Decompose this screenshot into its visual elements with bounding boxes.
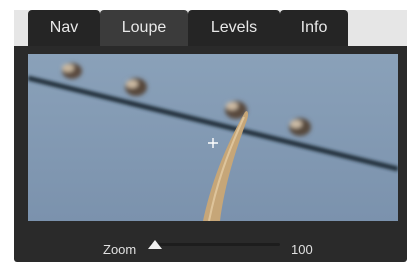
zoom-slider-track[interactable] xyxy=(150,243,280,246)
tab-loupe[interactable]: Loupe xyxy=(100,10,188,46)
tab-bar: Nav Loupe Levels Info xyxy=(14,10,407,46)
zoom-slider-thumb[interactable] xyxy=(148,240,162,249)
loupe-preview[interactable] xyxy=(28,54,398,221)
tab-info[interactable]: Info xyxy=(280,10,348,46)
zoom-label: Zoom xyxy=(103,242,137,257)
tab-nav[interactable]: Nav xyxy=(28,10,100,46)
zoom-value: 100 xyxy=(291,242,313,257)
loupe-image xyxy=(28,54,398,221)
tab-levels[interactable]: Levels xyxy=(188,10,280,46)
